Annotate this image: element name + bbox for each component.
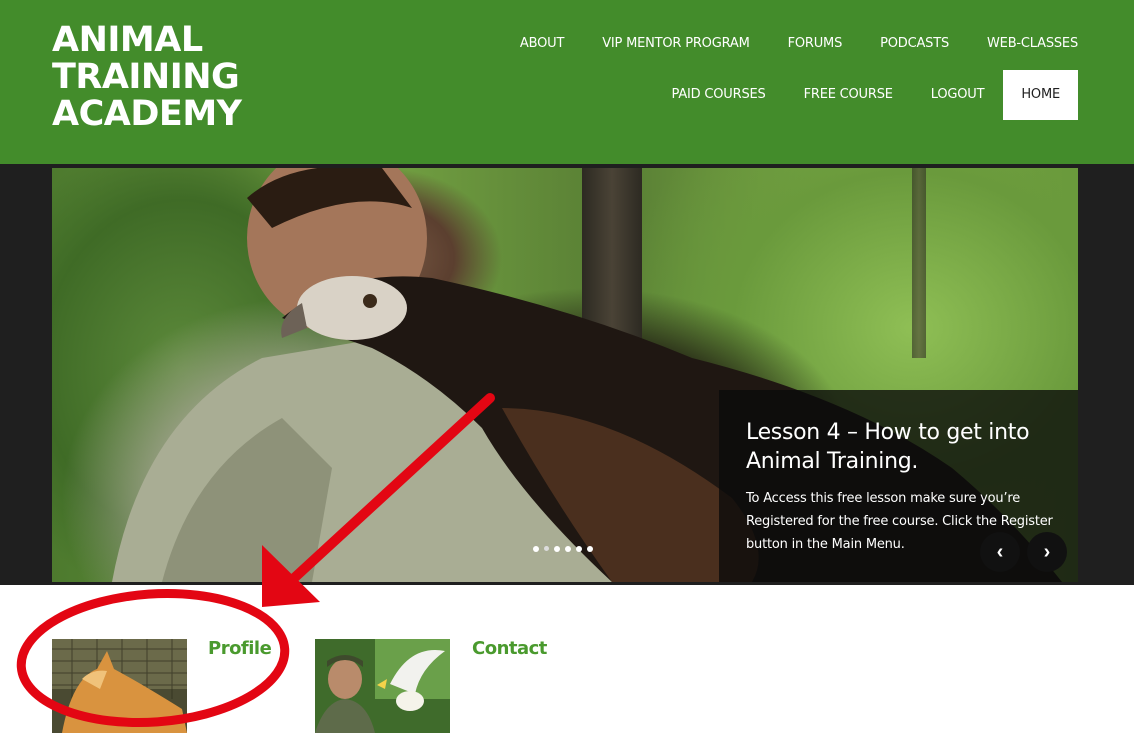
nav-web-classes[interactable]: WEB-CLASSES xyxy=(968,19,1078,69)
nav-free-course[interactable]: FREE COURSE xyxy=(785,70,912,120)
site-header: ANIMAL TRAINING ACADEMY ABOUT VIP MENTOR… xyxy=(0,0,1134,164)
slider-prev-button[interactable]: ‹ xyxy=(980,532,1020,572)
profile-card-title[interactable]: Profile xyxy=(208,638,272,659)
nav-podcasts[interactable]: PODCASTS xyxy=(861,19,968,69)
nav-about[interactable]: ABOUT xyxy=(501,19,583,69)
chevron-left-icon: ‹ xyxy=(996,540,1004,563)
slider-dot-5[interactable] xyxy=(576,546,582,552)
slide-caption-title: Lesson 4 – How to get into Animal Traini… xyxy=(746,420,1030,474)
profile-card-image[interactable] xyxy=(52,639,187,733)
nav-home[interactable]: HOME xyxy=(1003,70,1078,120)
logo-line-3: ACADEMY xyxy=(52,94,242,134)
nav-vip-mentor-program[interactable]: VIP MENTOR PROGRAM xyxy=(583,19,768,69)
slider-dot-2[interactable] xyxy=(544,546,549,551)
slider-dot-6[interactable] xyxy=(587,546,593,552)
chevron-right-icon: › xyxy=(1043,540,1051,563)
contact-card-title[interactable]: Contact xyxy=(472,638,547,659)
slide-caption-panel: Lesson 4 – How to get into Animal Traini… xyxy=(719,390,1078,582)
slider-dot-4[interactable] xyxy=(565,546,571,552)
site-logo[interactable]: ANIMAL TRAINING ACADEMY xyxy=(52,22,242,133)
logo-line-2: TRAINING xyxy=(52,57,240,97)
main-nav-row-1: ABOUT VIP MENTOR PROGRAM FORUMS PODCASTS… xyxy=(501,26,1078,62)
trainer-with-cockatoo-photo xyxy=(315,639,450,733)
slider-dot-3[interactable] xyxy=(554,546,560,552)
hero-slider: Lesson 4 – How to get into Animal Traini… xyxy=(52,168,1078,582)
nav-forums[interactable]: FORUMS xyxy=(769,19,862,69)
main-nav-row-2: PAID COURSES FREE COURSE LOGOUT HOME xyxy=(653,70,1078,120)
dingo-photo xyxy=(52,639,187,733)
slider-dot-1[interactable] xyxy=(533,546,539,552)
slider-next-button[interactable]: › xyxy=(1027,532,1067,572)
logo-line-1: ANIMAL xyxy=(52,20,203,60)
contact-card-image[interactable] xyxy=(315,639,450,733)
nav-logout[interactable]: LOGOUT xyxy=(912,70,1004,120)
nav-paid-courses[interactable]: PAID COURSES xyxy=(653,70,785,120)
slider-pagination xyxy=(533,546,598,552)
